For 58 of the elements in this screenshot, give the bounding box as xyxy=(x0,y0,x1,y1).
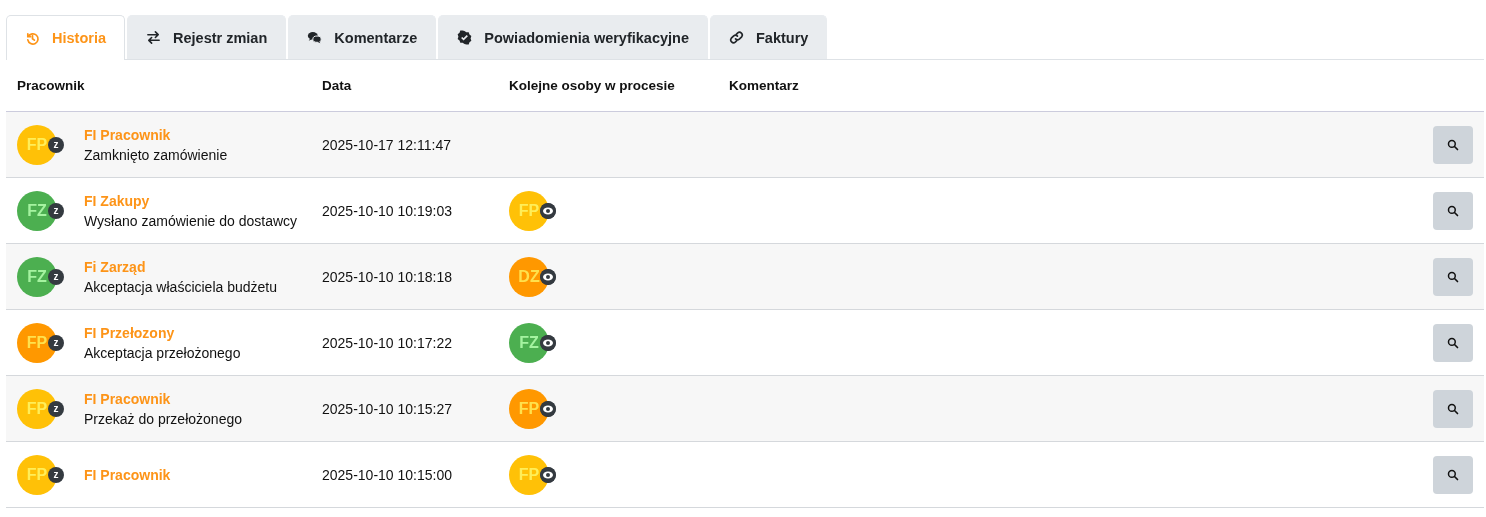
search-button[interactable] xyxy=(1433,323,1473,362)
comments-icon xyxy=(307,30,323,45)
search-button[interactable] xyxy=(1433,389,1473,428)
action-text: Wysłano zamówienie do dostawcy xyxy=(84,212,298,229)
action-text: Przekaż do przełożonego xyxy=(84,410,242,427)
status-badge: z xyxy=(48,400,64,417)
search-icon xyxy=(1447,402,1459,415)
search-button[interactable] xyxy=(1433,257,1473,296)
avatar: FZ xyxy=(509,322,549,363)
avatar: FP xyxy=(509,388,549,429)
search-button[interactable] xyxy=(1433,455,1473,494)
eye-badge-icon xyxy=(540,334,556,351)
status-badge: z xyxy=(48,202,64,219)
search-button[interactable] xyxy=(1433,191,1473,230)
search-icon xyxy=(1447,336,1459,349)
date-text: 2025-10-10 10:15:00 xyxy=(322,466,452,483)
search-icon xyxy=(1447,270,1459,283)
employee-name: FI Pracownik xyxy=(84,390,172,407)
swap-arrows-icon xyxy=(146,30,161,45)
status-badge: z xyxy=(48,268,64,285)
search-icon xyxy=(1447,204,1459,217)
employee-name: Fi Zarząd xyxy=(84,258,147,275)
date-text: 2025-10-10 10:15:27 xyxy=(322,400,452,417)
tab[interactable]: Komentarze xyxy=(288,15,437,59)
search-icon xyxy=(1447,138,1459,151)
date-text: 2025-10-17 12:11:47 xyxy=(322,136,451,153)
tab[interactable]: Faktury xyxy=(710,15,828,59)
check-badge-icon xyxy=(457,30,473,45)
search-icon xyxy=(1447,468,1459,481)
eye-badge-icon xyxy=(540,202,556,219)
eye-badge-icon xyxy=(540,268,556,285)
avatar: DZ xyxy=(509,256,549,297)
status-badge: z xyxy=(48,136,64,153)
avatar: FP xyxy=(509,454,549,495)
column-header: Kolejne osoby w procesie xyxy=(498,60,718,112)
eye-badge-icon xyxy=(540,466,556,483)
column-header: Data xyxy=(311,60,498,112)
link-icon xyxy=(729,30,744,45)
action-text: Zamknięto zamówienie xyxy=(84,146,228,163)
status-badge: z xyxy=(48,466,64,483)
employee-name: FI Przełozony xyxy=(84,324,176,341)
action-text: Akceptacja przełożonego xyxy=(84,344,241,361)
employee-name: FI Pracownik xyxy=(84,466,171,483)
status-badge: z xyxy=(48,334,64,351)
date-text: 2025-10-10 10:18:18 xyxy=(322,268,452,285)
history-icon xyxy=(25,30,40,46)
column-header: Pracownik xyxy=(6,60,311,112)
tab[interactable]: Rejestr zmian xyxy=(127,15,287,59)
employee-name: FI Pracownik xyxy=(84,126,172,143)
action-text: Akceptacja właściciela budżetu xyxy=(84,278,277,295)
tab[interactable]: Powiadomienia weryfikacyjne xyxy=(438,15,708,59)
search-button[interactable] xyxy=(1433,125,1473,164)
employee-name: FI Zakupy xyxy=(84,192,151,209)
eye-badge-icon xyxy=(540,400,556,417)
date-text: 2025-10-10 10:17:22 xyxy=(322,334,452,351)
column-header: Komentarz xyxy=(718,60,1422,112)
avatar: FP xyxy=(509,190,549,231)
date-text: 2025-10-10 10:19:03 xyxy=(322,202,452,219)
